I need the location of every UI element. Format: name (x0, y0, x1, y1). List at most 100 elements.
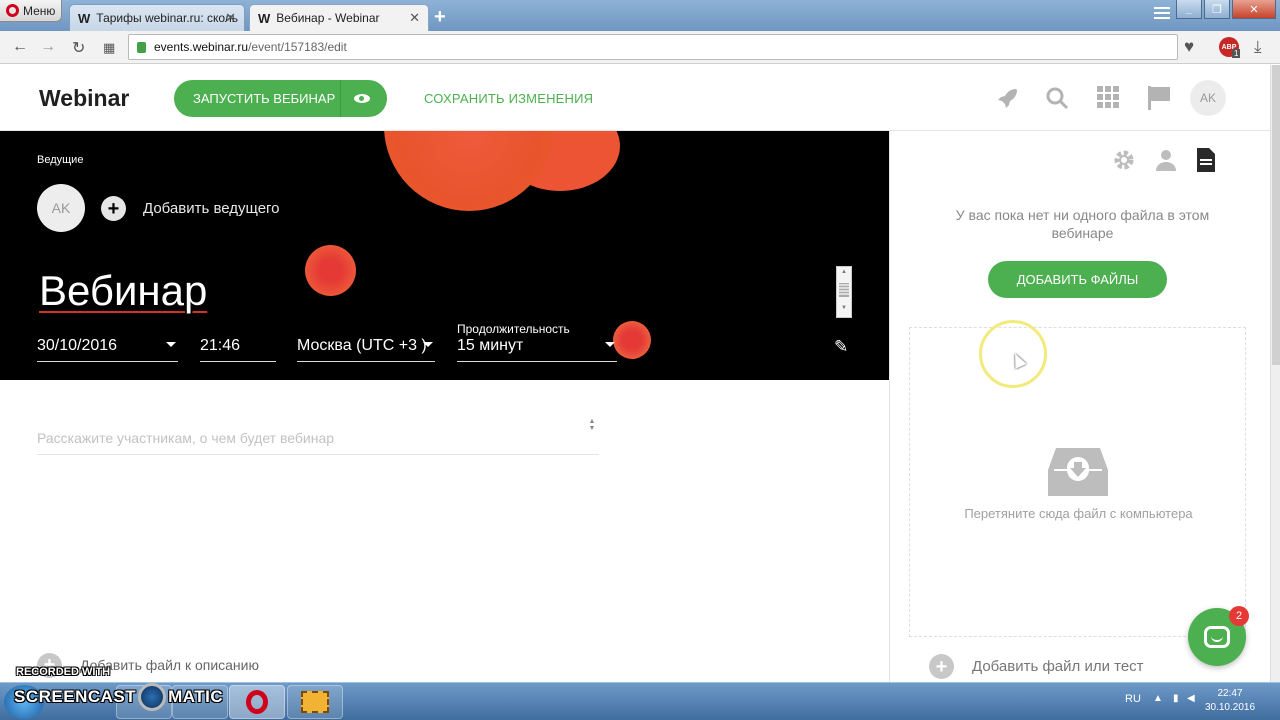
save-changes-button[interactable]: СОХРАНИТЬ ИЗМЕНЕНИЯ (424, 91, 593, 106)
url-host: events.webinar.ru (154, 40, 249, 54)
scroll-grip[interactable] (839, 283, 849, 297)
add-host-button[interactable]: Добавить ведущего (143, 200, 280, 217)
url-path: /event/157183/edit (248, 40, 347, 54)
new-tab-button[interactable]: + (434, 6, 446, 29)
window-controls: _ ❐ ✕ (1176, 0, 1276, 19)
date-picker[interactable]: 30/10/2016 (37, 337, 178, 362)
scroll-down-icon[interactable]: ▼ (837, 303, 851, 313)
files-panel: У вас пока нет ни одного файла в этом ве… (889, 131, 1270, 682)
host-avatar[interactable]: AK (37, 184, 85, 232)
watermark-recorded: RECORDED WITH (16, 666, 111, 678)
speed-dial-grid-icon[interactable]: ▦ (103, 40, 115, 56)
add-host-plus-icon[interactable]: + (101, 196, 126, 221)
duration-select[interactable]: 15 минут (457, 337, 617, 362)
clock-date: 30.10.2016 (1204, 702, 1256, 713)
rocket-icon[interactable] (995, 86, 1019, 110)
address-bar[interactable]: events.webinar.ru /event/157183/edit (128, 34, 1178, 60)
button-divider (340, 80, 341, 117)
chat-unread-badge: 2 (1229, 606, 1249, 626)
taskbar-app-explorer[interactable] (287, 685, 343, 719)
system-clock[interactable]: 22:47 30.10.2016 (1200, 687, 1260, 715)
opera-logo-icon (6, 4, 19, 17)
time-value: 21:46 (200, 337, 241, 354)
search-icon[interactable] (1045, 86, 1069, 110)
browser-menu-label: Меню (23, 3, 56, 18)
watermark-left: SCREENCAST (14, 687, 137, 706)
event-hero: Ведущие AK + Добавить ведущего Вебинар ▲… (0, 131, 889, 380)
duration-value: 15 минут (457, 337, 524, 354)
brand-logo[interactable]: Webinar (39, 85, 129, 112)
dropdown-caret-icon (423, 342, 433, 347)
description-scroll-arrows[interactable]: ▲ ▼ (585, 418, 599, 448)
taskbar-app-opera[interactable] (229, 685, 285, 719)
dropdown-caret-icon (166, 342, 176, 347)
bookmark-heart-icon[interactable]: ♥ (1184, 37, 1194, 57)
scrollbar-thumb[interactable] (1272, 65, 1280, 365)
download-tray-icon (1048, 448, 1108, 496)
screencast-lens-icon (138, 683, 167, 711)
person-icon[interactable] (1154, 148, 1178, 172)
hosts-label: Ведущие (37, 154, 84, 166)
opera-logo-icon (246, 690, 268, 714)
dropzone-hint: Перетяните сюда файл с компьютера (964, 506, 1193, 521)
tab-close-icon[interactable]: ✕ (225, 10, 236, 26)
date-value: 30/10/2016 (37, 337, 118, 354)
description-input[interactable]: Расскажите участникам, о чем будет вебин… (37, 430, 599, 455)
reload-icon[interactable]: ↻ (72, 38, 85, 58)
tray-expand-icon[interactable]: ▲ (1153, 693, 1163, 704)
tab-menu-icon[interactable] (1154, 7, 1170, 21)
browser-navbar: ← → ↻ ▦ events.webinar.ru /event/157183/… (0, 31, 1280, 64)
event-title-input[interactable]: Вебинар (39, 267, 207, 315)
watermark-screencast: SCREENCAST MATIC (14, 683, 223, 711)
no-files-message: У вас пока нет ни одного файла в этом ве… (955, 207, 1210, 241)
tab-title: Тарифы webinar.ru: сколь (96, 11, 239, 25)
timezone-select[interactable]: Москва (UTC +3 ) (297, 337, 435, 362)
language-indicator[interactable]: RU (1125, 693, 1141, 705)
minimize-icon[interactable]: _ (1176, 0, 1202, 19)
browser-tabbar: Меню W Тарифы webinar.ru: сколь ✕ W Веби… (0, 0, 1280, 31)
page-scrollbar[interactable] (1270, 65, 1280, 682)
window-close-icon[interactable]: ✕ (1232, 0, 1276, 19)
browser-tab-tariffs[interactable]: W Тарифы webinar.ru: сколь ✕ (69, 4, 245, 31)
file-dropzone[interactable]: Перетяните сюда файл с компьютера (909, 327, 1246, 637)
secure-lock-icon (137, 41, 146, 53)
duration-label: Продолжительность (457, 322, 570, 336)
title-scrollbar[interactable]: ▲ ▼ (836, 266, 852, 318)
plus-circle-icon: + (929, 654, 954, 679)
launch-webinar-label: ЗАПУСТИТЬ ВЕБИНАР (193, 91, 336, 106)
settings-icon[interactable] (1112, 148, 1136, 172)
launch-webinar-button[interactable]: ЗАПУСТИТЬ ВЕБИНАР (174, 80, 387, 117)
adblock-count: 1 (1232, 49, 1241, 58)
webinar-favicon-icon: W (78, 10, 91, 26)
back-arrow-icon[interactable]: ← (12, 38, 28, 56)
document-icon[interactable] (1197, 148, 1215, 172)
dropdown-caret-icon (605, 342, 615, 347)
time-input[interactable]: 21:46 (200, 337, 276, 362)
clock-time: 22:47 (1217, 688, 1243, 699)
user-avatar[interactable]: AK (1190, 80, 1226, 116)
app-header: Webinar ЗАПУСТИТЬ ВЕБИНАР СОХРАНИТЬ ИЗМЕ… (0, 65, 1270, 131)
eye-preview-icon[interactable] (354, 94, 370, 103)
tab-title: Вебинар - Webinar (276, 11, 380, 25)
decorative-blob (384, 131, 554, 211)
volume-icon[interactable]: ◀ (1187, 693, 1195, 704)
flag-icon[interactable] (1148, 86, 1170, 110)
apps-grid-icon[interactable] (1097, 86, 1119, 108)
download-icon[interactable]: ⤓ (1254, 37, 1262, 57)
maximize-icon[interactable]: ❐ (1204, 0, 1230, 19)
forward-arrow-icon[interactable]: → (40, 38, 56, 56)
pencil-icon[interactable]: ✎ (834, 337, 848, 357)
add-file-or-test-button[interactable]: + Добавить файл или тест (929, 654, 1144, 679)
browser-tab-webinar[interactable]: W Вебинар - Webinar ✕ (249, 4, 429, 31)
description-placeholder: Расскажите участникам, о чем будет вебин… (37, 430, 335, 446)
add-files-button[interactable]: ДОБАВИТЬ ФАЙЛЫ (988, 261, 1167, 298)
chat-icon (1204, 626, 1230, 648)
watermark-right: MATIC (168, 687, 224, 706)
decorative-blob (305, 245, 356, 296)
tab-close-icon[interactable]: ✕ (409, 10, 420, 26)
browser-menu-button[interactable]: Меню (0, 0, 62, 22)
network-icon[interactable]: ▮ (1173, 693, 1179, 704)
folder-icon (301, 691, 329, 713)
scroll-up-icon[interactable]: ▲ (837, 267, 851, 277)
webinar-favicon-icon: W (258, 10, 271, 26)
